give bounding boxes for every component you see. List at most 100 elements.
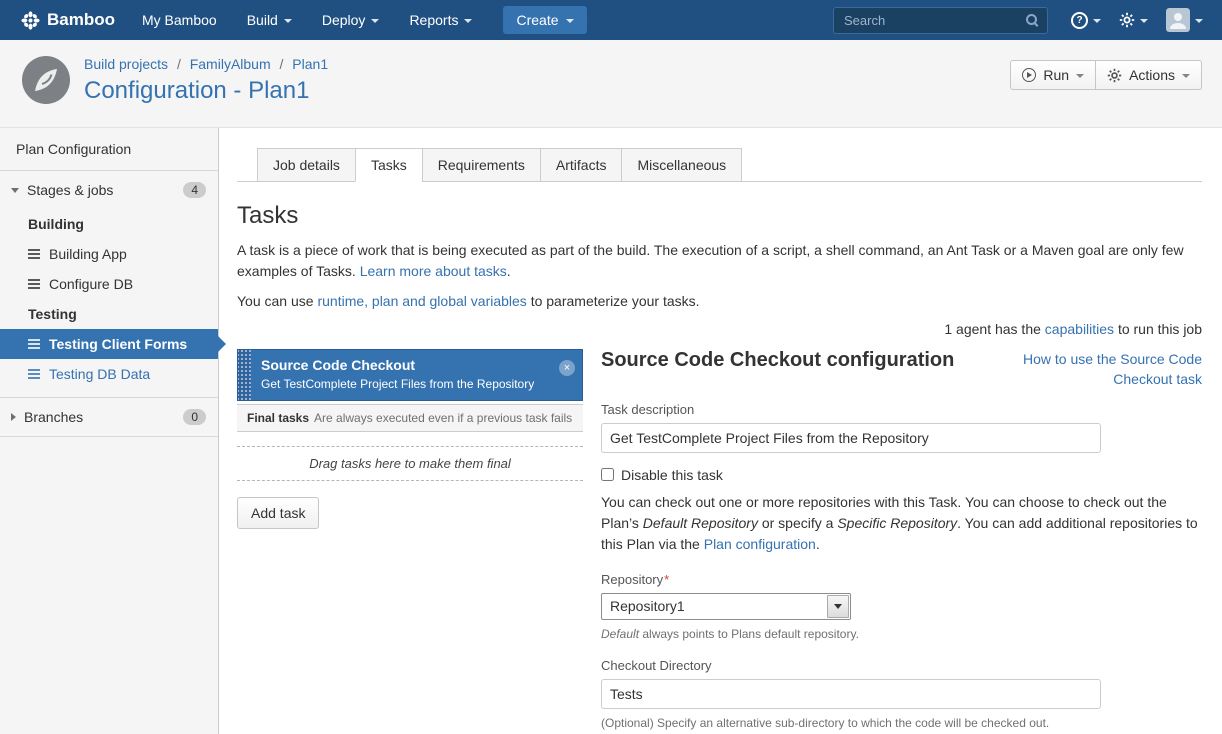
search-icon[interactable] [1026, 14, 1039, 27]
dropdown-caret-icon [464, 19, 472, 23]
bamboo-flower-icon [20, 10, 41, 31]
checkout-directory-hint: (Optional) Specify an alternative sub-di… [601, 716, 1202, 730]
repository-note: You can check out one or more repositori… [601, 492, 1202, 555]
task-title: Source Code Checkout [261, 357, 534, 373]
checkout-directory-label: Checkout Directory [601, 658, 1202, 673]
dropdown-caret-icon [1140, 19, 1148, 23]
add-task-button[interactable]: Add task [237, 497, 319, 529]
stages-count-badge: 4 [183, 182, 206, 198]
top-navbar: Bamboo My Bamboo Build Deploy Reports Cr… [0, 0, 1222, 40]
list-icon [28, 369, 40, 379]
task-config-panel: Source Code Checkout configuration How t… [601, 349, 1202, 734]
checkout-directory-input[interactable] [601, 679, 1101, 709]
final-tasks-header: Final tasksAre always executed even if a… [237, 404, 583, 432]
branches-count-badge: 0 [183, 409, 206, 425]
task-description-label: Task description [601, 402, 1202, 417]
navbar-right: ? [833, 0, 1222, 40]
nav-build-menu[interactable]: Build [232, 0, 307, 40]
sidebar-job-testing-client-forms[interactable]: Testing Client Forms [0, 329, 218, 359]
breadcrumb-plan1[interactable]: Plan1 [292, 56, 328, 72]
stages-jobs-group: Stages & jobs 4 Building Building App Co… [0, 171, 218, 398]
checkout-help-link[interactable]: How to use the Source Code Checkout task [987, 349, 1202, 390]
task-list-panel: Source Code Checkout Get TestComplete Pr… [237, 349, 583, 734]
page: Bamboo My Bamboo Build Deploy Reports Cr… [0, 0, 1222, 734]
nav-my-bamboo[interactable]: My Bamboo [127, 0, 232, 40]
list-icon [28, 279, 40, 289]
user-avatar-icon [1166, 8, 1190, 32]
dropdown-caret-icon [1076, 74, 1084, 78]
task-subtitle: Get TestComplete Project Files from the … [261, 377, 534, 391]
tab-requirements[interactable]: Requirements [422, 148, 541, 182]
disable-task-checkbox[interactable] [601, 468, 614, 481]
bamboo-logo[interactable]: Bamboo [0, 10, 127, 31]
dropdown-caret-icon [371, 19, 379, 23]
chevron-right-icon [11, 413, 16, 421]
brand-name: Bamboo [47, 10, 115, 30]
task-card-body: Source Code Checkout Get TestComplete Pr… [251, 350, 562, 400]
run-button[interactable]: Run [1010, 60, 1096, 90]
header-actions: Run Actions [1010, 60, 1202, 90]
sidebar-item-plan-configuration[interactable]: Plan Configuration [0, 128, 218, 171]
tab-job-details[interactable]: Job details [257, 148, 356, 182]
tab-tasks[interactable]: Tasks [355, 148, 423, 182]
config-title: Source Code Checkout configuration [601, 349, 954, 372]
repository-select-wrap: Repository1 [601, 593, 851, 620]
actions-button[interactable]: Actions [1096, 60, 1202, 90]
sidebar-item-branches[interactable]: Branches 0 [0, 398, 218, 436]
task-card-source-code-checkout[interactable]: Source Code Checkout Get TestComplete Pr… [237, 349, 583, 401]
breadcrumb-familyalbum[interactable]: FamilyAlbum [190, 56, 271, 72]
main-content: Job details Tasks Requirements Artifacts… [219, 128, 1222, 734]
nav-deploy-menu[interactable]: Deploy [307, 0, 395, 40]
final-tasks-drop-zone[interactable]: Drag tasks here to make them final [237, 446, 583, 481]
plan-avatar [22, 56, 70, 109]
user-menu[interactable] [1157, 0, 1212, 40]
stage-testing[interactable]: Testing [0, 299, 218, 329]
tasks-columns: Source Code Checkout Get TestComplete Pr… [237, 349, 1202, 734]
breadcrumb-build-projects[interactable]: Build projects [84, 56, 168, 72]
header-text: Build projects / FamilyAlbum / Plan1 Con… [84, 56, 328, 105]
gear-icon [1119, 12, 1135, 28]
drag-handle-icon[interactable] [238, 350, 251, 400]
capabilities-link[interactable]: capabilities [1045, 321, 1114, 337]
plan-configuration-link[interactable]: Plan configuration [704, 536, 816, 552]
layout: Plan Configuration Stages & jobs 4 Build… [0, 128, 1222, 734]
create-button[interactable]: Create [503, 6, 586, 34]
variables-note: You can use runtime, plan and global var… [237, 291, 1202, 312]
search-box [833, 7, 1048, 34]
tasks-intro: A task is a piece of work that is being … [237, 240, 1202, 282]
sidebar-job-configure-db[interactable]: Configure DB [0, 269, 218, 299]
dropdown-caret-icon [1093, 19, 1101, 23]
dropdown-caret-icon [1195, 19, 1203, 23]
search-input[interactable] [833, 7, 1048, 34]
repository-hint: Default always points to Plans default r… [601, 627, 1202, 641]
nav-reports-menu[interactable]: Reports [394, 0, 487, 40]
tab-miscellaneous[interactable]: Miscellaneous [621, 148, 742, 182]
disable-task-row: Disable this task [601, 467, 1202, 483]
stage-building[interactable]: Building [0, 209, 218, 239]
tasks-heading: Tasks [237, 202, 1202, 230]
required-marker: * [664, 572, 669, 587]
repository-label: Repository* [601, 572, 1202, 587]
learn-more-link[interactable]: Learn more about tasks [360, 263, 507, 279]
branches-group: Branches 0 [0, 398, 218, 437]
list-icon [28, 249, 40, 259]
variables-link[interactable]: runtime, plan and global variables [317, 293, 526, 309]
chevron-down-icon [11, 188, 19, 193]
sidebar-job-building-app[interactable]: Building App [0, 239, 218, 269]
admin-settings-menu[interactable] [1110, 0, 1157, 40]
help-icon: ? [1071, 12, 1088, 29]
repository-select[interactable]: Repository1 [602, 594, 850, 619]
actions-gear-icon [1107, 68, 1122, 83]
play-icon [1022, 68, 1036, 82]
sidebar-job-testing-db-data[interactable]: Testing DB Data [0, 359, 218, 389]
tab-artifacts[interactable]: Artifacts [540, 148, 623, 182]
dropdown-caret-icon [566, 19, 574, 23]
list-icon [28, 339, 40, 349]
sidebar: Plan Configuration Stages & jobs 4 Build… [0, 128, 219, 734]
sidebar-item-stages-jobs[interactable]: Stages & jobs 4 [0, 171, 218, 209]
task-description-input[interactable] [601, 423, 1101, 453]
page-header: Build projects / FamilyAlbum / Plan1 Con… [0, 40, 1222, 128]
close-icon[interactable]: × [559, 360, 575, 376]
help-menu[interactable]: ? [1062, 0, 1110, 40]
dropdown-caret-icon [1182, 74, 1190, 78]
